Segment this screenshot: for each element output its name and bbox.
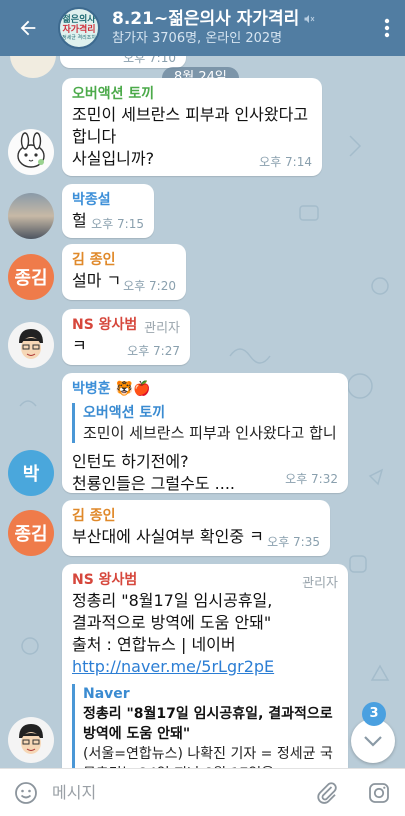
reply-quote[interactable]: 오버액션 토끼 조민이 세브란스 피부과 인사왔다고 합니... (72, 403, 338, 443)
cartoon-face-icon (19, 329, 43, 359)
preview-title: 정총리 "8월17일 임시공휴일, 결과적으로 방역에 도움 안돼" (83, 706, 333, 742)
preview-site: Naver (83, 686, 130, 702)
message-input[interactable] (52, 783, 301, 802)
message-time: 오후 7:14 (259, 155, 312, 169)
more-vertical-icon (384, 18, 390, 38)
avatar-cartoon[interactable] (8, 322, 54, 368)
avatar-initials[interactable]: 종김 (8, 254, 54, 300)
sender-name[interactable]: 박종설 (72, 190, 144, 210)
message-bubble[interactable]: 박병훈 🐯🍎 오버액션 토끼 조민이 세브란스 피부과 인사왔다고 합니... … (62, 373, 348, 493)
menu-button[interactable] (369, 0, 405, 56)
message-time: 오후 7:15 (91, 217, 144, 231)
avatar-line-2: 자가격리 (62, 24, 96, 35)
smiley-icon (15, 781, 37, 804)
group-avatar[interactable]: 젊은의사 자가격리 정세균 격리조치 (58, 7, 100, 49)
message-text: 합니다 (72, 127, 117, 146)
rabbit-sticker-icon (17, 132, 45, 168)
mute-icon (304, 15, 315, 23)
avatar-initials-text: 박 (22, 464, 40, 485)
message-time: 오후 7:20 (123, 279, 176, 293)
camera-button[interactable] (353, 769, 405, 816)
back-button[interactable] (0, 0, 56, 56)
chat-info[interactable]: 8.21~젊은의사 자가격리 참가자 3706명, 온라인 202명 (112, 8, 369, 48)
message-time: 오후 7:35 (267, 535, 320, 549)
sender-name[interactable]: 오버액션 토끼 (72, 84, 312, 104)
avatar-initials[interactable]: 박 (8, 450, 54, 496)
message-bubble[interactable]: 김 종인 설마 ㄱ 오후 7:20 (62, 244, 186, 300)
message-bubble[interactable]: NS 왕사범 관리자 정총리 "8월17일 임시공휴일, 결과적으로 방역에 도… (62, 564, 348, 768)
sender-name[interactable]: 박병훈 🐯🍎 (72, 379, 338, 399)
chat-subtitle: 참가자 3706명, 온라인 202명 (112, 31, 283, 46)
message-bubble[interactable]: 박종설 헐 오후 7:15 (62, 184, 154, 238)
link-preview[interactable]: Naver 정총리 "8월17일 임시공휴일, 결과적으로 방역에 도움 안돼"… (72, 684, 338, 768)
message-time: 오후 7:10 (123, 56, 176, 65)
avatar-initials[interactable]: 종김 (8, 510, 54, 556)
back-arrow-icon (20, 20, 36, 36)
sender-name[interactable]: NS 왕사범 (72, 570, 338, 590)
avatar-initials-text: 종김 (14, 268, 48, 289)
message-bubble[interactable]: NS 왕사범 관리자 ㅋ 오후 7:27 (62, 309, 190, 365)
attach-button[interactable] (301, 769, 353, 816)
paperclip-icon (317, 781, 337, 804)
message-bubble[interactable]: 오버액션 토끼 조민이 세브란스 피부과 인사왔다고 합니다 사실입니까? 오후… (62, 78, 322, 176)
instagram-camera-icon (369, 782, 389, 803)
avatar-rabbit[interactable] (8, 129, 54, 175)
avatar-line-1: 젊은의사 (62, 14, 96, 25)
avatar-line-3: 정세균 격리조치 (62, 34, 96, 41)
sender-name[interactable]: 김 종인 (72, 506, 320, 526)
partial-message[interactable]: 오후 7:10 (60, 56, 186, 68)
message-text: 정총리 "8월17일 임시공휴일, (72, 591, 273, 610)
message-text: 조민이 세브란스 피부과 인사왔다고 (72, 105, 309, 124)
reply-sender: 오버액션 토끼 (83, 405, 166, 421)
sender-name[interactable]: 김 종인 (72, 250, 176, 270)
message-bubble[interactable]: 김 종인 부산대에 사실여부 확인중 ㅋ 오후 7:35 (62, 500, 330, 556)
admin-badge: 관리자 (144, 321, 180, 336)
message-input-bar (0, 768, 405, 816)
reply-text: 조민이 세브란스 피부과 인사왔다고 합니... (83, 424, 338, 442)
cartoon-face-icon (19, 724, 43, 754)
message-text: 결과적으로 방역에 도움 안돼" (72, 613, 272, 632)
message-time: 오후 7:32 (285, 472, 338, 486)
emoji-button[interactable] (0, 769, 52, 816)
message-list[interactable]: 오후 7:10 8월 24일 오버액션 토끼 조민이 세브란스 피부과 인사왔다… (0, 56, 405, 768)
message-time: 오후 7:27 (127, 344, 180, 358)
admin-badge: 관리자 (302, 576, 338, 591)
avatar-cartoon[interactable] (8, 717, 54, 763)
message-link[interactable]: http://naver.me/5rLgr2pE (72, 656, 338, 678)
message-text: 출처 : 연합뉴스 | 네이버 (72, 635, 236, 654)
avatar-landscape[interactable] (8, 193, 54, 239)
preview-description: (서울=연합뉴스) 나확진 기자 = 정세균 국무총리는 24일 지난 8월 1… (83, 746, 333, 768)
avatar-initials-text: 종김 (14, 524, 48, 545)
chat-header: 젊은의사 자가격리 정세균 격리조치 8.21~젊은의사 자가격리 참가자 37… (0, 0, 405, 56)
chat-title: 8.21~젊은의사 자가격리 (112, 9, 300, 29)
chevron-down-icon (364, 736, 382, 747)
unread-count-badge: 3 (362, 702, 386, 726)
